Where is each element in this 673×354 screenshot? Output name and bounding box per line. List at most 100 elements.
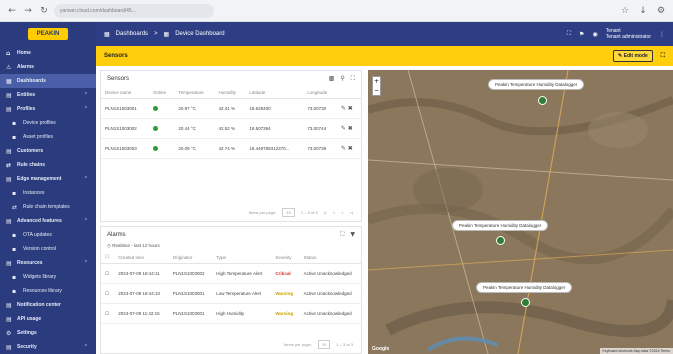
table-row[interactable]: ☐ 2024-07-09 11:42:15 PLN1S1003001 High Hum…: [101, 303, 361, 324]
edit-icon[interactable]: ✎: [341, 105, 348, 112]
bookmark-icon[interactable]: ☆: [619, 5, 631, 17]
reload-icon[interactable]: ↻: [38, 5, 50, 17]
delete-icon[interactable]: ✖: [348, 105, 353, 112]
more-icon[interactable]: ⋮: [659, 31, 665, 38]
page-size-select[interactable]: 10: [282, 208, 295, 217]
page-size-select[interactable]: 10: [317, 340, 331, 349]
zoom-out-button[interactable]: −: [373, 86, 380, 95]
sidebar-item[interactable]: ▤ Notification center: [0, 298, 96, 312]
columns-icon[interactable]: ▩: [329, 75, 335, 83]
delete-icon[interactable]: ✖: [348, 125, 353, 132]
table-row[interactable]: ☐ 2024-07-09 18:44:11 PLN1S1003002 High Tem…: [101, 263, 361, 284]
map-marker-icon[interactable]: [496, 236, 505, 245]
table-row[interactable]: PLN1S1003003 20.09 °C 42.74 % 18.4497883123…: [101, 138, 361, 159]
map-label[interactable]: Peakin Temperature Humidity Datalogger: [488, 79, 585, 90]
column-header[interactable]: Type: [212, 251, 272, 264]
sidebar-item[interactable]: ▤ Customers: [0, 144, 96, 158]
column-header[interactable]: Online: [149, 87, 175, 99]
select-all-checkbox[interactable]: ☐: [101, 251, 115, 264]
sidebar-item[interactable]: ▤ Profiles ⌃: [0, 102, 96, 116]
expand-icon[interactable]: ⛶: [661, 52, 665, 60]
zoom-in-button[interactable]: +: [373, 77, 380, 86]
sidebar-item[interactable]: ⇄ Rule chain templates: [0, 200, 96, 214]
user-info[interactable]: Tenant Tenant administrator: [606, 28, 651, 40]
fullscreen-icon[interactable]: ⛶: [351, 75, 355, 83]
column-header[interactable]: Temperature: [174, 87, 215, 99]
row-checkbox[interactable]: ☐: [101, 303, 115, 324]
breadcrumb-device-dashboard[interactable]: Device Dashboard: [175, 31, 224, 37]
sidebar-item[interactable]: ▤ API usage: [0, 312, 96, 326]
map-widget[interactable]: + − Peakin Temperature Humidity Datalogg…: [368, 70, 673, 354]
sidebar-item[interactable]: ⇄ Rule chains: [0, 158, 96, 172]
sidebar-item[interactable]: ▪ Version control: [0, 242, 96, 256]
column-header[interactable]: Device name: [101, 87, 150, 99]
sidebar-item[interactable]: ▤ Entities ⌃: [0, 88, 96, 102]
chevron-up-icon[interactable]: ⌃: [84, 106, 88, 112]
first-page-icon[interactable]: |<: [324, 210, 327, 215]
chevron-up-icon[interactable]: ⌃: [84, 218, 88, 224]
table-row[interactable]: PLN1S1003001 20.97 °C 42.41 % 18.628400 73.0…: [101, 98, 361, 119]
sidebar-item[interactable]: ⚙ Settings: [0, 326, 96, 340]
edit-mode-button[interactable]: ✎ Edit mode: [613, 50, 653, 62]
severity-cell: Warning: [271, 303, 300, 324]
logo[interactable]: PEAKIN: [28, 28, 68, 40]
edit-icon[interactable]: ✎: [341, 145, 348, 152]
sidebar-item[interactable]: ▤ Advanced features ⌃: [0, 214, 96, 228]
sensors-pager: Items per page: 10 1 – 3 of 3 |< < > >|: [249, 208, 353, 217]
delete-icon[interactable]: ✖: [348, 145, 353, 152]
column-header[interactable]: Severity: [271, 251, 300, 264]
sidebar-item[interactable]: ⚠ Alarms: [0, 60, 96, 74]
map-marker-icon[interactable]: [521, 298, 530, 307]
latitude-cell: 18.628400: [245, 98, 304, 119]
column-header[interactable]: Created time: [114, 251, 169, 264]
map-label[interactable]: Peakin Temperature Humidity Datalogger: [452, 220, 549, 231]
sidebar-item[interactable]: ▪ Instances: [0, 186, 96, 200]
time-filter[interactable]: ◷ Realtime - last 12 hours: [101, 243, 361, 251]
column-header[interactable]: Originator: [168, 251, 213, 264]
chevron-up-icon[interactable]: ⌃: [84, 176, 88, 182]
avatar-icon[interactable]: ◉: [592, 31, 597, 38]
search-icon[interactable]: ⚲: [340, 75, 344, 83]
prev-page-icon[interactable]: <: [333, 210, 335, 215]
chevron-up-icon[interactable]: ⌃: [84, 92, 88, 98]
sidebar-item[interactable]: ▤ Security ⌃: [0, 340, 96, 354]
column-header[interactable]: Humidity: [214, 87, 246, 99]
forward-icon[interactable]: →: [22, 5, 34, 17]
row-checkbox[interactable]: ☐: [101, 263, 115, 284]
row-checkbox[interactable]: ☐: [101, 283, 115, 304]
notifications-icon[interactable]: ⚑: [579, 31, 584, 38]
sidebar-item[interactable]: ▪ Widgets library: [0, 270, 96, 284]
map-label[interactable]: Peakin Temperature Humidity Datalogger: [476, 282, 573, 293]
edit-icon[interactable]: ✎: [341, 125, 348, 132]
sidebar-item[interactable]: ▪ Resources library: [0, 284, 96, 298]
sidebar-item[interactable]: ▪ OTA updates: [0, 228, 96, 242]
column-header[interactable]: Status: [299, 251, 361, 264]
sidebar-item-label: Resources library: [23, 288, 62, 294]
sidebar-item[interactable]: ▪ Asset profiles: [0, 130, 96, 144]
severity-cell: Warning: [271, 283, 300, 304]
next-page-icon[interactable]: >: [341, 210, 343, 215]
address-bar[interactable]: yanwei.cloud.com/dashboard/45...: [54, 3, 214, 18]
chevron-up-icon[interactable]: ⌃: [84, 344, 88, 350]
table-row[interactable]: PLN1S1003002 20.44 °C 42.52 % 18.507394 73.0…: [101, 118, 361, 139]
sidebar-item[interactable]: ▤ Resources ⌃: [0, 256, 96, 270]
back-icon[interactable]: ←: [6, 5, 18, 17]
table-row[interactable]: ☐ 2024-07-09 18:44:10 PLN1S1003001 Low Temp…: [101, 283, 361, 304]
last-page-icon[interactable]: >|: [350, 210, 353, 215]
column-header[interactable]: Latitude: [245, 87, 304, 99]
chevron-up-icon[interactable]: ⌃: [84, 260, 88, 266]
column-header[interactable]: Longitude: [303, 87, 337, 99]
filter-icon[interactable]: ▼: [350, 231, 355, 239]
settings-icon[interactable]: ⚙: [655, 5, 667, 17]
sidebar-item[interactable]: ▦ Dashboards: [0, 74, 96, 88]
map-marker-icon[interactable]: [538, 96, 547, 105]
breadcrumb-dashboards[interactable]: Dashboards: [116, 31, 148, 37]
sidebar-item[interactable]: ⌂ Home: [0, 46, 96, 60]
sidebar-item[interactable]: ▪ Device profiles: [0, 116, 96, 130]
fullscreen-icon[interactable]: ⛶: [567, 30, 571, 38]
download-icon[interactable]: ↓: [637, 5, 649, 17]
fullscreen-icon[interactable]: ⛶: [340, 231, 344, 239]
sidebar-item-label: Advanced features: [17, 218, 62, 224]
sidebar-item[interactable]: ▤ Edge management ⌃: [0, 172, 96, 186]
map-attribution[interactable]: Keyboard shortcuts Map data ©2024 Terms: [599, 348, 673, 354]
